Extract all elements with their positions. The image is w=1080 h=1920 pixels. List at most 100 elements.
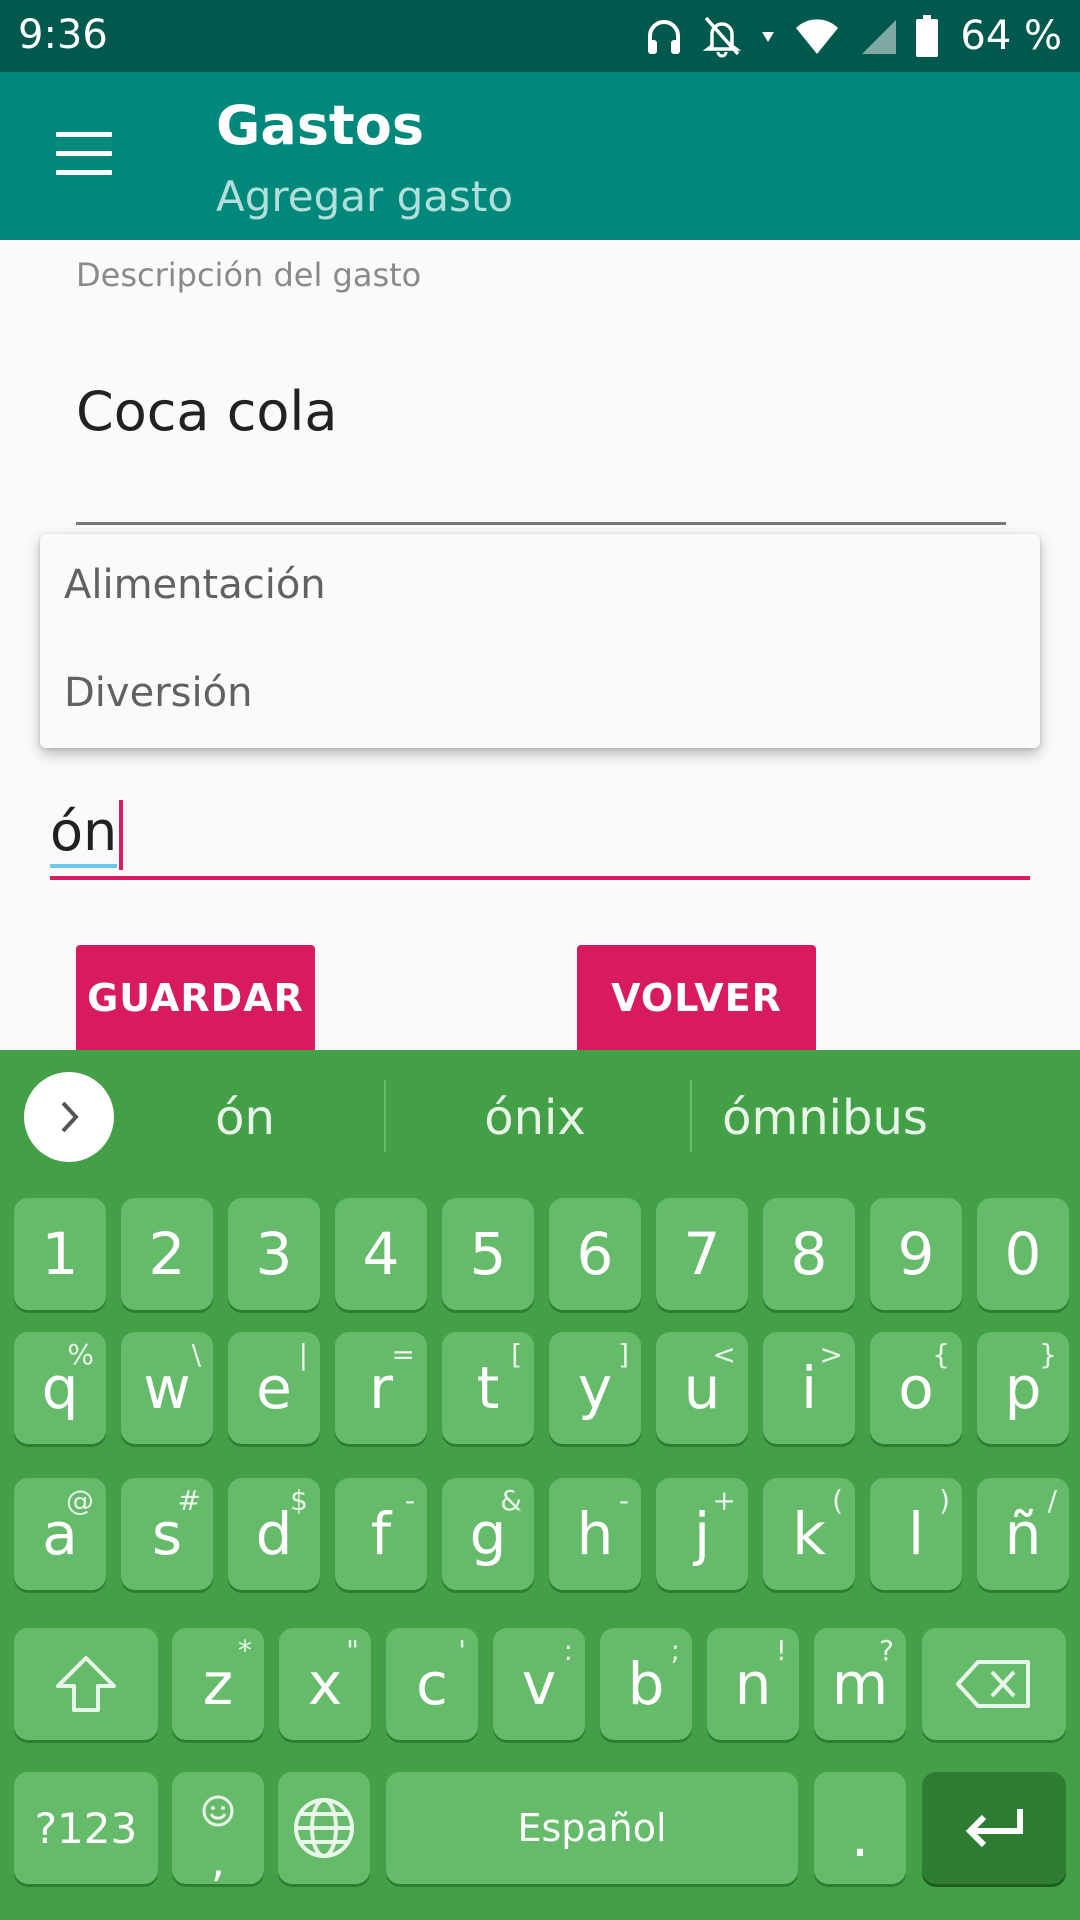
key-label: c [416,1650,448,1718]
wifi-icon [794,16,840,56]
key-1[interactable]: 1 [14,1198,106,1310]
period-key[interactable]: . [814,1772,906,1884]
key-v[interactable]: v: [493,1628,585,1740]
description-label: Descripción del gasto [76,256,422,294]
key-label: i [800,1354,818,1422]
key-alt-label: / [1047,1484,1057,1517]
key-label: 7 [683,1220,721,1288]
dropdown-option-alimentacion[interactable]: Alimentación [64,562,326,608]
key-o[interactable]: o{ [870,1332,962,1444]
key-x[interactable]: x " [279,1628,371,1740]
key-s[interactable]: s # [121,1478,213,1590]
description-underline [76,522,1006,525]
key-alt-label: ) [939,1484,950,1517]
language-globe-key[interactable] [278,1772,370,1884]
key-j[interactable]: j + [656,1478,748,1590]
key-u[interactable]: u < [656,1332,748,1444]
key-5[interactable]: 5 [442,1198,534,1310]
key-z[interactable]: z * [172,1628,264,1740]
key-3[interactable]: 3 [228,1198,320,1310]
back-button[interactable]: VOLVER [577,945,816,1050]
text-cursor [119,800,123,870]
keyboard: ón ónix ómnibus ?123 , Español . 1 2 3 4 5 6 7… [0,1050,1080,1920]
key-alt-label: * [238,1634,252,1667]
key-2[interactable]: 2 [121,1198,213,1310]
expand-suggestions-icon[interactable] [24,1072,114,1162]
shift-key[interactable] [14,1628,158,1740]
key-9[interactable]: 9 [870,1198,962,1310]
key-r[interactable]: r = [335,1332,427,1444]
dropdown-option-diversion[interactable]: Diversión [64,670,252,716]
suggestion-divider [690,1080,692,1152]
key-label: l [907,1500,925,1568]
key-label: x [307,1650,343,1718]
key-alt-label: } [1039,1338,1057,1371]
signal-icon [858,16,898,56]
key-h[interactable]: h- [549,1478,641,1590]
description-input[interactable] [76,380,1006,443]
suggestion-2[interactable]: ónix [420,1090,650,1146]
key-4[interactable]: 4 [335,1198,427,1310]
symbols-key[interactable]: ?123 [14,1772,158,1884]
key-k[interactable]: k( [763,1478,855,1590]
key-label: 5 [469,1220,507,1288]
key-alt-label: $ [290,1484,308,1517]
key-alt-label: { [932,1338,950,1371]
key-label: f [370,1500,392,1568]
key-7[interactable]: 7 [656,1198,748,1310]
key-label: 9 [897,1220,935,1288]
save-button[interactable]: GUARDAR [76,945,315,1050]
key-alt-label: = [391,1338,415,1371]
key-w[interactable]: w \ [121,1332,213,1444]
battery-percent: 64 % [960,13,1062,59]
key-b[interactable]: b; [600,1628,692,1740]
key-alt-label: ' [458,1634,466,1667]
key-alt-label: " [346,1634,359,1667]
key-n[interactable]: n! [707,1628,799,1740]
key-0[interactable]: 0 [977,1198,1069,1310]
battery-icon [916,15,939,57]
key-label: d [255,1500,293,1568]
category-underline [50,876,1030,880]
suggestion-strip: ón ónix ómnibus [0,1050,1080,1180]
key-alt-label: ] [618,1338,629,1371]
emoji-comma-key[interactable]: , [172,1772,264,1884]
key-y[interactable]: y] [549,1332,641,1444]
status-bar: 9:36 64 % [0,0,1080,72]
key-t[interactable]: t[ [442,1332,534,1444]
key-8[interactable]: 8 [763,1198,855,1310]
key-q[interactable]: q% [14,1332,106,1444]
enter-key[interactable] [922,1772,1066,1884]
key-6[interactable]: 6 [549,1198,641,1310]
backspace-key[interactable] [922,1628,1066,1740]
app-subtitle: Agregar gasto [216,172,514,221]
key-alt-label: : [563,1634,573,1667]
hamburger-menu-icon[interactable] [56,132,112,176]
space-key[interactable]: Español [386,1772,798,1884]
key-alt-label: & [500,1484,522,1517]
key-label: b [627,1650,665,1718]
key-i[interactable]: i > [763,1332,855,1444]
key-g[interactable]: g & [442,1478,534,1590]
key-ñ[interactable]: ñ / [977,1478,1069,1590]
key-c[interactable]: c ' [386,1628,478,1740]
key-label: k [792,1500,826,1568]
key-alt-label: - [618,1484,629,1517]
key-label: r [369,1354,393,1422]
key-label: h [576,1500,614,1568]
key-d[interactable]: d $ [228,1478,320,1590]
key-label: 0 [1004,1220,1042,1288]
key-a[interactable]: a @ [14,1478,106,1590]
key-m[interactable]: m? [814,1628,906,1740]
suggestion-3[interactable]: ómnibus [700,1090,950,1146]
key-p[interactable]: p} [977,1332,1069,1444]
key-alt-label: \ [191,1338,201,1371]
suggestion-1[interactable]: ón [150,1090,340,1146]
key-l[interactable]: l) [870,1478,962,1590]
category-input[interactable]: ón [50,800,123,870]
key-alt-label: # [177,1484,201,1517]
app-bar: Gastos Agregar gasto [0,72,1080,240]
key-e[interactable]: e | [228,1332,320,1444]
app-title: Gastos [216,94,424,157]
key-f[interactable]: f- [335,1478,427,1590]
